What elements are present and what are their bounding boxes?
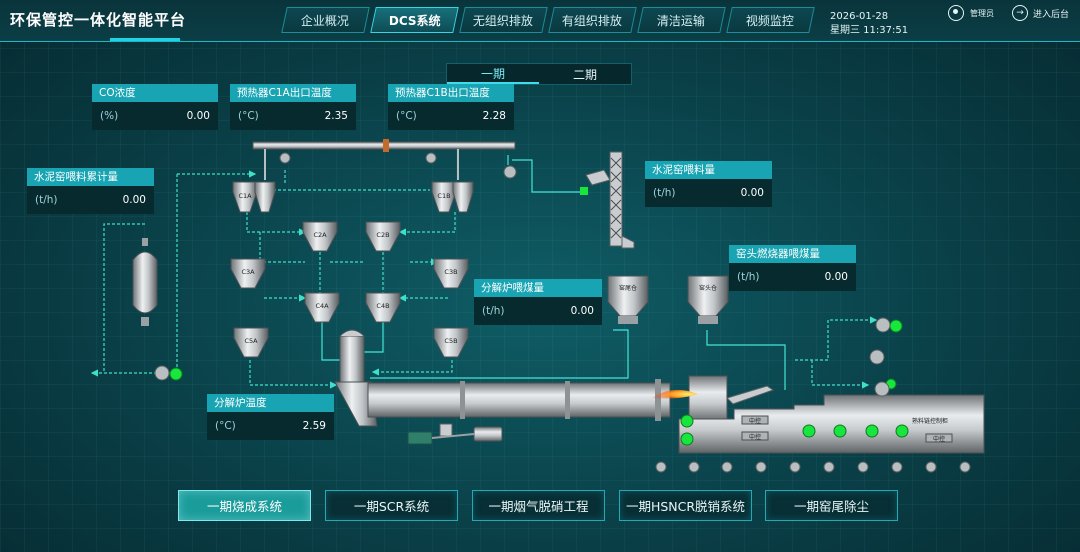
cooler-fans xyxy=(655,461,971,473)
rotary-kiln xyxy=(367,375,775,423)
card-value: 0.00 xyxy=(570,305,594,317)
card-c1a-outlet-temp: 预热器C1A出口温度 (°C) 2.35 xyxy=(230,84,356,130)
svg-text:C4B: C4B xyxy=(376,302,389,310)
card-value: 0.00 xyxy=(824,271,848,283)
svg-text:C2B: C2B xyxy=(376,231,389,239)
card-title: 分解炉喂煤量 xyxy=(474,279,602,297)
system-button-kiln-tail-dedust[interactable]: 一期窑尾除尘 xyxy=(765,490,898,521)
cyclone-c1a: C1A xyxy=(232,181,276,213)
card-title: 分解炉温度 xyxy=(207,394,334,412)
cyclone-c3b: C3B xyxy=(433,258,469,289)
card-kiln-feed: 水泥窑喂料量 (t/h) 0.00 xyxy=(645,161,772,207)
elevator-status-indicator xyxy=(580,187,588,195)
card-c1b-outlet-temp: 预热器C1B出口温度 (°C) 2.28 xyxy=(388,84,514,130)
card-unit: (t/h) xyxy=(653,187,676,199)
svg-text:C5A: C5A xyxy=(244,337,258,345)
top-conveyor xyxy=(252,139,516,180)
card-unit: (°C) xyxy=(238,110,259,122)
card-co-concentration: CO浓度 (%) 0.00 xyxy=(92,84,218,130)
card-kiln-feed-total: 水泥窑喂料累计量 (t/h) 0.00 xyxy=(27,168,154,214)
card-calciner-temp: 分解炉温度 (°C) 2.59 xyxy=(207,394,334,440)
process-diagram: C1A C1B C2A C2B C3A C3B C4A C4B C5A C5B … xyxy=(90,139,985,473)
card-title: 窑头燃烧器喂煤量 xyxy=(729,245,856,263)
kiln-drive-motor xyxy=(407,423,503,445)
kiln-head-bin: 窑头仓 xyxy=(687,275,729,324)
cyclone-c4a: C4A xyxy=(304,292,340,323)
kiln-tail-bin: 窑尾仓 xyxy=(607,275,649,324)
cyclone-c1b: C1B xyxy=(431,181,474,213)
cyclone-c5b: C5B xyxy=(433,327,469,358)
card-unit: (%) xyxy=(100,110,119,122)
svg-text:C1B: C1B xyxy=(437,192,450,200)
system-button-flue-gas-denitration[interactable]: 一期烟气脱硝工程 xyxy=(472,490,605,521)
svg-text:中控: 中控 xyxy=(933,435,945,443)
bucket-elevator xyxy=(580,151,635,249)
svg-text:C3B: C3B xyxy=(444,268,457,276)
card-title: 水泥窑喂料量 xyxy=(645,161,772,179)
system-button-scr[interactable]: 一期SCR系统 xyxy=(325,490,458,521)
card-value: 2.28 xyxy=(482,110,506,122)
card-title: CO浓度 xyxy=(92,84,218,102)
system-button-sintering[interactable]: 一期烧成系统 xyxy=(178,490,311,521)
card-kiln-head-coal: 窑头燃烧器喂煤量 (t/h) 0.00 xyxy=(729,245,856,291)
card-unit: (°C) xyxy=(396,110,417,122)
card-title: 预热器C1A出口温度 xyxy=(230,84,356,102)
card-value: 0.00 xyxy=(186,110,210,122)
cyclone-c3a: C3A xyxy=(230,258,266,289)
svg-text:C5B: C5B xyxy=(444,337,457,345)
svg-text:熟料链控制柜: 熟料链控制柜 xyxy=(912,417,948,425)
svg-text:C2A: C2A xyxy=(313,231,327,239)
svg-text:窑尾仓: 窑尾仓 xyxy=(619,284,637,292)
card-value: 0.00 xyxy=(122,194,146,206)
svg-text:C1A: C1A xyxy=(238,192,252,200)
cyclone-c5a: C5A xyxy=(233,327,269,358)
card-calciner-coal: 分解炉喂煤量 (t/h) 0.00 xyxy=(474,279,602,325)
card-unit: (t/h) xyxy=(737,271,760,283)
svg-text:窑头仓: 窑头仓 xyxy=(699,284,717,292)
card-unit: (°C) xyxy=(215,420,236,432)
card-unit: (t/h) xyxy=(482,305,505,317)
cyclone-c2a: C2A xyxy=(302,221,338,252)
card-title: 水泥窑喂料累计量 xyxy=(27,168,154,186)
card-value: 2.35 xyxy=(324,110,348,122)
card-value: 2.59 xyxy=(302,420,326,432)
cyclone-c2b: C2B xyxy=(365,221,401,252)
raw-meal-silo xyxy=(132,238,158,326)
svg-text:中控: 中控 xyxy=(749,417,761,425)
card-unit: (t/h) xyxy=(35,194,58,206)
svg-text:中控: 中控 xyxy=(749,433,761,441)
card-value: 0.00 xyxy=(740,187,764,199)
cyclone-c4b: C4B xyxy=(365,292,401,323)
svg-text:C4A: C4A xyxy=(315,302,329,310)
card-title: 预热器C1B出口温度 xyxy=(388,84,514,102)
svg-text:C3A: C3A xyxy=(241,268,255,276)
system-button-hsncr[interactable]: 一期HSNCR脱销系统 xyxy=(619,490,752,521)
